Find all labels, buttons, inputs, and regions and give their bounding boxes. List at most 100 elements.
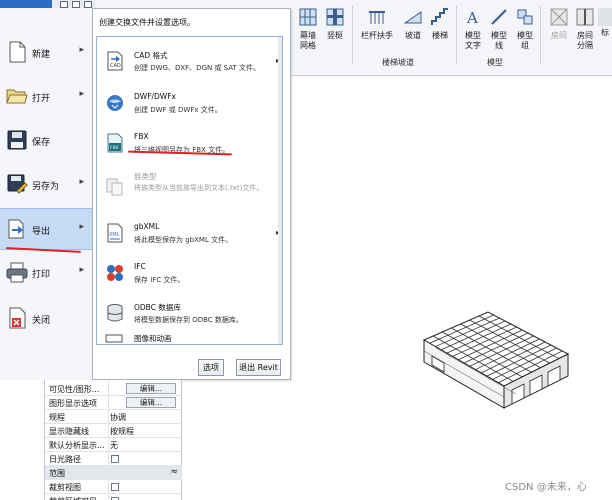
menu-item-save[interactable]: 保存 <box>0 120 92 162</box>
property-name: 可见性/图形... <box>49 385 100 394</box>
property-value[interactable]: 协调 <box>110 412 126 423</box>
property-value[interactable]: 按规程 <box>110 426 134 437</box>
curtain-grid-label: 幕墙 网格 <box>300 31 316 50</box>
menu-item-label: 新建 <box>32 50 51 60</box>
option-desc: 将模型数据保存到 ODBC 数据库。 <box>134 316 243 324</box>
export-submenu: 创建交换文件并设置选项。 CAD CAD 格式 创建 DWG、DXF、DGN 或… <box>92 8 291 380</box>
tag-label: 标 <box>601 28 609 37</box>
menu-item-save-as[interactable]: 另存为 ▸ <box>0 164 92 206</box>
ifc-icon <box>107 265 123 281</box>
family-types-icon <box>106 178 123 196</box>
mullion-tool[interactable]: 竖梃 <box>320 8 350 41</box>
exit-revit-button[interactable]: 退出 Revit <box>236 359 281 376</box>
csdn-watermark: CSDN @未来，心 <box>505 482 587 493</box>
crop-view-checkbox[interactable] <box>111 483 119 491</box>
railing-tool[interactable]: 栏杆扶手 <box>359 8 395 41</box>
svg-text:FBX: FBX <box>110 145 119 151</box>
stair-tool[interactable]: 楼梯 <box>425 8 455 41</box>
property-row: 日光路径 <box>45 452 182 466</box>
option-desc: 创建 DWG、DXF、DGN 或 SAT 文件。 <box>134 64 260 72</box>
stair-icon <box>431 8 448 25</box>
menu-item-new[interactable]: 新建 ▸ <box>0 32 92 74</box>
menu-item-label: 打印 <box>32 270 51 280</box>
room-separator-icon <box>576 8 594 26</box>
properties-palette: 可见性/图形... 编辑... 图形显示选项 编辑... 规程 协调 显示隐藏线… <box>44 380 182 500</box>
chevron-right-icon: ▸ <box>79 265 84 275</box>
undo-quick-icon[interactable] <box>72 1 80 8</box>
property-name: 日光路径 <box>49 455 81 464</box>
chevron-right-icon: ▸ <box>79 45 84 55</box>
property-row: 规程 协调 <box>45 410 182 424</box>
dwf-icon <box>107 95 123 111</box>
edit-button[interactable]: 编辑... <box>126 383 176 394</box>
model-group-icon <box>517 9 533 25</box>
property-row: 可见性/图形... 编辑... <box>45 382 182 396</box>
export-option-ifc[interactable]: IFC 保存 IFC 文件。 <box>97 255 282 293</box>
edit-button[interactable]: 编辑... <box>126 397 176 408</box>
ramp-icon <box>403 11 422 24</box>
svg-text:CAD: CAD <box>110 63 121 69</box>
fbx-icon: FBX <box>107 133 123 153</box>
menu-item-label: 打开 <box>32 94 51 104</box>
menu-item-close[interactable]: 关闭 <box>0 298 92 340</box>
stair-label: 楼梯 <box>432 31 448 40</box>
ramp-tool[interactable]: 坡道 <box>398 8 428 41</box>
tag-tool[interactable]: 标 <box>598 8 612 38</box>
options-button[interactable]: 选项 <box>198 359 224 376</box>
stairs-ramps-group-label: 楼梯坡道 <box>382 58 414 67</box>
property-name: 裁剪视图 <box>49 483 81 492</box>
option-title: CAD 格式 <box>134 51 168 60</box>
option-desc: 创建 DWF 或 DWFx 文件。 <box>134 106 222 114</box>
room-separator-tool[interactable]: 房间 分隔 <box>570 8 600 51</box>
menu-item-label: 导出 <box>32 227 51 237</box>
save-quick-icon[interactable] <box>60 1 68 8</box>
cad-icon: CAD <box>107 51 123 71</box>
close-file-icon <box>9 307 26 329</box>
menu-item-open[interactable]: 打开 ▸ <box>0 76 92 118</box>
curtain-grid-tool[interactable]: 幕墙 网格 <box>293 8 323 51</box>
collapse-icon[interactable]: ≈ <box>170 467 178 477</box>
property-name: 规程 <box>49 413 65 422</box>
export-option-dwf[interactable]: DWF/DWFx 创建 DWF 或 DWFx 文件。 <box>97 85 282 121</box>
export-option-cad[interactable]: CAD CAD 格式 创建 DWG、DXF、DGN 或 SAT 文件。 ▸ <box>97 43 282 81</box>
export-option-gbxml[interactable]: XML gbXML 将此模型保存为 gbXML 文件。 ▸ <box>97 215 282 253</box>
chevron-right-icon: ▸ <box>79 177 84 187</box>
option-title: IFC <box>134 262 146 271</box>
menu-item-print[interactable]: 打印 ▸ <box>0 252 92 294</box>
menu-item-label: 保存 <box>32 138 51 148</box>
export-option-odbc[interactable]: ODBC 数据库 将模型数据保存到 ODBC 数据库。 <box>97 295 282 333</box>
mullion-label: 竖梃 <box>327 31 343 40</box>
property-row: 裁剪视图 <box>45 480 182 494</box>
property-name: 显示隐藏线 <box>49 427 89 436</box>
option-title: FBX <box>134 132 149 141</box>
menu-item-export[interactable]: 导出 ▸ <box>0 208 92 250</box>
sun-path-checkbox[interactable] <box>111 455 119 463</box>
property-row: 图形显示选项 编辑... <box>45 396 182 410</box>
option-title: 族类型 <box>134 172 157 181</box>
option-title: 图像和动画 <box>134 334 172 343</box>
option-title: DWF/DWFx <box>134 92 176 101</box>
redo-quick-icon[interactable] <box>84 1 92 8</box>
chevron-right-icon: ▸ <box>79 89 84 99</box>
new-file-icon <box>9 41 26 63</box>
save-icon <box>7 130 27 150</box>
3d-model-view[interactable] <box>416 286 576 416</box>
list-scrollbar[interactable] <box>278 37 282 344</box>
image-icon <box>105 334 123 343</box>
property-name: 图形显示选项 <box>49 399 97 408</box>
property-row: 裁剪区域可见 <box>45 494 182 500</box>
menu-item-label: 另存为 <box>32 182 60 192</box>
export-option-image-animation[interactable]: 图像和动画 <box>97 333 282 344</box>
model-line-icon <box>491 9 507 25</box>
gbxml-icon: XML <box>107 223 123 243</box>
model-group-tool[interactable]: 模型 组 <box>510 8 540 51</box>
export-option-fbx[interactable]: FBX FBX 将三维视图另存为 FBX 文件。 <box>97 125 282 163</box>
printer-icon <box>6 262 28 283</box>
export-option-family-types: 族类型 将族类型从当前族导出到文本(.txt)文件。 <box>97 167 282 213</box>
railing-icon <box>369 11 385 24</box>
section-header-extents[interactable]: 范围 ≈ <box>45 466 182 480</box>
option-desc: 将族类型从当前族导出到文本(.txt)文件。 <box>134 184 264 192</box>
property-value[interactable]: 无 <box>110 440 118 451</box>
ramp-label: 坡道 <box>405 31 421 40</box>
submenu-title: 创建交换文件并设置选项。 <box>99 18 195 27</box>
